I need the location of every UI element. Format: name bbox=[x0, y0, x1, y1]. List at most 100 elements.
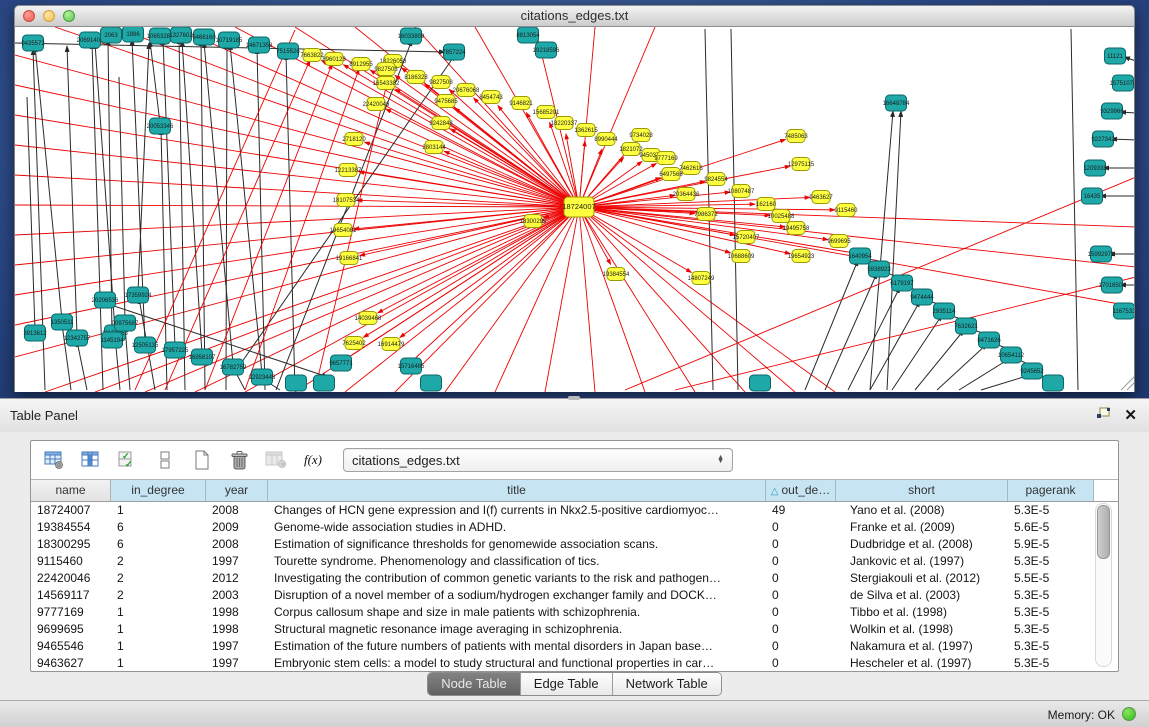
node-label: 9824554 bbox=[704, 177, 728, 183]
column-header-out_degree[interactable]: △out_de… bbox=[766, 480, 836, 501]
node-label: 6466160 bbox=[192, 35, 216, 41]
table-row[interactable]: 1872400712008Changes of HCN gene express… bbox=[31, 502, 1118, 519]
close-window-icon[interactable] bbox=[23, 10, 35, 22]
cell-short: de Silva et al. (2003) bbox=[836, 587, 1008, 604]
select-all-icon[interactable]: ✓ ✓ bbox=[115, 448, 141, 472]
node-label: 17359924 bbox=[125, 293, 152, 299]
node-label: 16958107 bbox=[189, 355, 216, 361]
column-header-year[interactable]: year bbox=[206, 480, 268, 501]
table-settings-icon[interactable] bbox=[41, 448, 67, 472]
cell-year: 1997 bbox=[206, 553, 268, 570]
function-builder-icon[interactable]: f(x) bbox=[300, 448, 326, 472]
network-node[interactable] bbox=[1043, 375, 1064, 391]
table-row[interactable]: 977716911998Corpus callosum shape and si… bbox=[31, 604, 1118, 621]
table-row[interactable]: 946362711997Embryonic stem cells: a mode… bbox=[31, 655, 1118, 672]
table-selector-dropdown[interactable]: citations_edges.txt ▲▼ bbox=[343, 448, 733, 472]
network-graph[interactable]: 8960123891295518226058982750381863281654… bbox=[15, 27, 1135, 392]
table-body: 1872400712008Changes of HCN gene express… bbox=[31, 502, 1118, 672]
row-height-icon[interactable] bbox=[152, 448, 178, 472]
table-vertical-scrollbar[interactable] bbox=[1095, 503, 1112, 667]
network-edge bbox=[409, 207, 579, 364]
cell-out_degree: 0 bbox=[766, 638, 836, 655]
table-row[interactable]: 1938455462009Genome-wide association stu… bbox=[31, 519, 1118, 536]
node-label: 8960123 bbox=[322, 57, 346, 63]
network-node[interactable] bbox=[314, 375, 335, 391]
column-header-pagerank[interactable]: pagerank bbox=[1008, 480, 1094, 501]
node-label: 7462616 bbox=[679, 166, 703, 172]
node-label: 14039468 bbox=[355, 316, 382, 322]
network-edge bbox=[27, 97, 35, 330]
network-edge bbox=[179, 38, 185, 390]
node-label: 22420046 bbox=[363, 102, 390, 108]
network-window-titlebar[interactable]: citations_edges.txt bbox=[14, 5, 1135, 27]
tab-node-table[interactable]: Node Table bbox=[428, 673, 521, 695]
node-label: 12213387 bbox=[335, 168, 362, 174]
node-label: 6179197 bbox=[890, 281, 914, 287]
show-columns-icon[interactable] bbox=[78, 448, 104, 472]
cell-in_degree: 6 bbox=[111, 519, 206, 536]
network-edge bbox=[67, 46, 77, 335]
close-panel-icon[interactable]: ✕ bbox=[1124, 408, 1137, 424]
tab-network-table[interactable]: Network Table bbox=[613, 673, 721, 695]
network-edge bbox=[675, 277, 1135, 390]
node-label: 14671358 bbox=[246, 43, 273, 49]
cell-out_degree: 49 bbox=[766, 502, 836, 519]
table-row[interactable]: 2242004622012Investigating the contribut… bbox=[31, 570, 1118, 587]
column-header-name[interactable]: name bbox=[31, 480, 111, 501]
network-edge bbox=[579, 207, 595, 392]
node-label: 2063 bbox=[104, 33, 118, 39]
network-edge bbox=[15, 207, 579, 235]
table-row[interactable]: 969969511998Structural magnetic resonanc… bbox=[31, 621, 1118, 638]
network-node[interactable] bbox=[750, 375, 771, 391]
cell-out_degree: 0 bbox=[766, 553, 836, 570]
scrollbar-thumb[interactable] bbox=[1097, 505, 1110, 559]
network-canvas[interactable]: 8960123891295518226058982750381863281654… bbox=[14, 27, 1135, 392]
table-row[interactable]: 911546021997Tourette syndrome. Phenomeno… bbox=[31, 553, 1118, 570]
zoom-window-icon[interactable] bbox=[63, 10, 75, 22]
cell-out_degree: 0 bbox=[766, 604, 836, 621]
cell-pagerank: 5.9E-5 bbox=[1008, 536, 1094, 553]
split-divider-handle[interactable] bbox=[568, 396, 580, 400]
tab-edge-table[interactable]: Edge Table bbox=[521, 673, 613, 695]
cell-in_degree: 6 bbox=[111, 536, 206, 553]
cell-pagerank: 5.5E-5 bbox=[1008, 570, 1094, 587]
node-label: 7632621 bbox=[954, 324, 978, 330]
network-edge bbox=[848, 287, 900, 390]
import-table-icon[interactable]: ✕ bbox=[263, 448, 289, 472]
network-node[interactable] bbox=[421, 375, 442, 391]
new-table-icon[interactable] bbox=[189, 448, 215, 472]
cell-title: Tourette syndrome. Phenomenology and cla… bbox=[268, 553, 766, 570]
cell-in_degree: 1 bbox=[111, 638, 206, 655]
cell-title: Estimation of significance thresholds fo… bbox=[268, 536, 766, 553]
memory-status-dot[interactable] bbox=[1122, 707, 1136, 721]
table-row[interactable]: 1830029562008Estimation of significance … bbox=[31, 536, 1118, 553]
table-row[interactable]: 1456911722003Disruption of a novel membe… bbox=[31, 587, 1118, 604]
node-label: 20364436 bbox=[673, 192, 700, 198]
table-row[interactable]: 946554611997Estimation of the future num… bbox=[31, 638, 1118, 655]
node-label: 1145194 bbox=[101, 338, 125, 344]
node-label: 16543382 bbox=[373, 81, 400, 87]
column-header-in_degree[interactable]: in_degree bbox=[111, 480, 206, 501]
network-node[interactable] bbox=[286, 375, 307, 391]
combo-arrows-icon: ▲▼ bbox=[717, 456, 724, 464]
network-edge bbox=[175, 27, 579, 207]
cell-short: Stergiakouli et al. (2012) bbox=[836, 570, 1008, 587]
node-label: 15716485 bbox=[398, 364, 425, 370]
column-header-short[interactable]: short bbox=[836, 480, 1008, 501]
canvas-resize-grip[interactable] bbox=[1121, 376, 1135, 390]
column-header-title[interactable]: title bbox=[268, 480, 766, 501]
node-label: 9827503 bbox=[374, 67, 398, 73]
node-label: 2718120 bbox=[342, 137, 366, 143]
network-window[interactable]: citations_edges.txt 89601238912955182260… bbox=[14, 5, 1135, 392]
node-label: 19166841 bbox=[336, 256, 363, 262]
network-edge bbox=[195, 207, 579, 392]
cell-in_degree: 1 bbox=[111, 502, 206, 519]
float-panel-icon[interactable] bbox=[1096, 407, 1111, 425]
sort-asc-icon: △ bbox=[771, 486, 779, 497]
node-label: 17957225 bbox=[162, 348, 189, 354]
delete-table-icon[interactable] bbox=[226, 448, 252, 472]
cell-name: 9699695 bbox=[31, 621, 111, 638]
node-label: 12975115 bbox=[788, 162, 815, 168]
cell-in_degree: 2 bbox=[111, 587, 206, 604]
minimize-window-icon[interactable] bbox=[43, 10, 55, 22]
